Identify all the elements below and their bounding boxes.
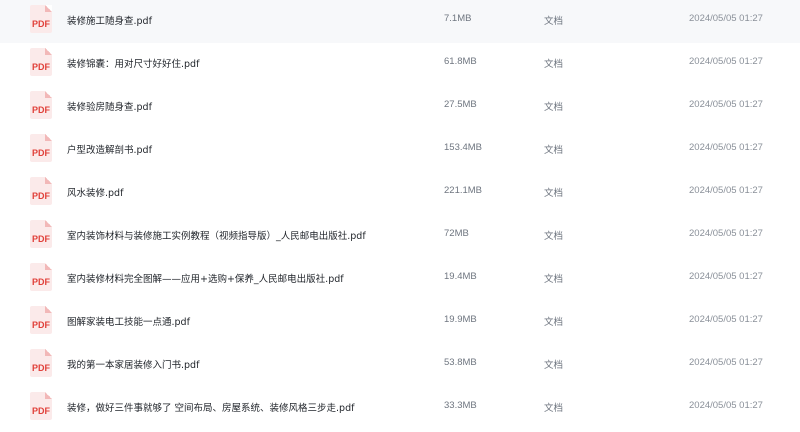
pdf-file-icon: PDF	[30, 91, 52, 119]
file-size: 7.1MB	[444, 13, 472, 24]
file-modified-date: 2024/05/05 01:27	[689, 400, 763, 411]
file-size: 19.9MB	[444, 314, 477, 325]
file-name[interactable]: 图解家装电工技能一点通.pdf	[67, 314, 427, 328]
file-type: 文档	[544, 102, 564, 113]
pdf-file-icon: PDF	[30, 392, 52, 420]
file-name[interactable]: 装修验房随身查.pdf	[67, 99, 427, 113]
file-modified-date: 2024/05/05 01:27	[689, 13, 763, 24]
pdf-badge-label: PDF	[32, 62, 50, 72]
pdf-file-icon: PDF	[30, 5, 52, 33]
file-name[interactable]: 风水装修.pdf	[67, 185, 427, 199]
file-type: 文档	[544, 274, 564, 285]
file-name[interactable]: 装修施工随身查.pdf	[67, 13, 427, 27]
file-type: 文档	[544, 16, 564, 27]
file-list: PDF 装修施工随身查.pdf 7.1MB 文档 2024/05/05 01:27 PDF…	[0, 0, 800, 432]
file-type: 文档	[544, 317, 564, 328]
file-size: 53.8MB	[444, 357, 477, 368]
pdf-badge-label: PDF	[32, 148, 50, 158]
file-name[interactable]: 我的第一本家居装修入门书.pdf	[67, 357, 427, 371]
file-modified-date: 2024/05/05 01:27	[689, 357, 763, 368]
file-modified-date: 2024/05/05 01:27	[689, 185, 763, 196]
file-row[interactable]: PDF 户型改造解剖书.pdf 153.4MB 文档 2024/05/05 01:27	[0, 129, 800, 172]
file-type: 文档	[544, 360, 564, 371]
file-row[interactable]: PDF 装修施工随身查.pdf 7.1MB 文档 2024/05/05 01:27	[0, 0, 800, 43]
pdf-badge-label: PDF	[32, 406, 50, 416]
file-modified-date: 2024/05/05 01:27	[689, 228, 763, 239]
file-type: 文档	[544, 188, 564, 199]
file-size: 27.5MB	[444, 99, 477, 110]
file-name[interactable]: 室内装修材料完全图解——应用+选购+保养_人民邮电出版社.pdf	[67, 271, 427, 285]
pdf-badge-label: PDF	[32, 277, 50, 287]
file-type: 文档	[544, 231, 564, 242]
file-size: 61.8MB	[444, 56, 477, 67]
pdf-file-icon: PDF	[30, 177, 52, 205]
file-modified-date: 2024/05/05 01:27	[689, 56, 763, 67]
file-modified-date: 2024/05/05 01:27	[689, 271, 763, 282]
file-row[interactable]: PDF 室内装修材料完全图解——应用+选购+保养_人民邮电出版社.pdf 19.4M…	[0, 258, 800, 301]
file-size: 33.3MB	[444, 400, 477, 411]
file-name[interactable]: 户型改造解剖书.pdf	[67, 142, 427, 156]
pdf-file-icon: PDF	[30, 220, 52, 248]
file-size: 153.4MB	[444, 142, 483, 153]
pdf-badge-label: PDF	[32, 320, 50, 330]
file-type: 文档	[544, 59, 564, 70]
file-row[interactable]: PDF 装修验房随身查.pdf 27.5MB 文档 2024/05/05 01:27	[0, 86, 800, 129]
file-row[interactable]: PDF 装修锦囊：用对尺寸好好住.pdf 61.8MB 文档 2024/05/05 01…	[0, 43, 800, 86]
file-type: 文档	[544, 403, 564, 414]
pdf-badge-label: PDF	[32, 191, 50, 201]
file-name[interactable]: 装修锦囊：用对尺寸好好住.pdf	[67, 56, 427, 70]
file-name[interactable]: 室内装饰材料与装修施工实例教程（视频指导版）_人民邮电出版社.pdf	[67, 228, 427, 242]
pdf-file-icon: PDF	[30, 134, 52, 162]
file-modified-date: 2024/05/05 01:27	[689, 142, 763, 153]
pdf-badge-label: PDF	[32, 363, 50, 373]
pdf-file-icon: PDF	[30, 349, 52, 377]
file-size: 19.4MB	[444, 271, 477, 282]
file-size: 221.1MB	[444, 185, 483, 196]
file-row[interactable]: PDF 我的第一本家居装修入门书.pdf 53.8MB 文档 2024/05/05 01…	[0, 344, 800, 387]
pdf-file-icon: PDF	[30, 306, 52, 334]
file-row[interactable]: PDF 室内装饰材料与装修施工实例教程（视频指导版）_人民邮电出版社.pdf 72M…	[0, 215, 800, 258]
file-row[interactable]: PDF 图解家装电工技能一点通.pdf 19.9MB 文档 2024/05/05 01:…	[0, 301, 800, 344]
file-modified-date: 2024/05/05 01:27	[689, 99, 763, 110]
pdf-badge-label: PDF	[32, 105, 50, 115]
pdf-file-icon: PDF	[30, 263, 52, 291]
file-type: 文档	[544, 145, 564, 156]
pdf-badge-label: PDF	[32, 234, 50, 244]
pdf-file-icon: PDF	[30, 48, 52, 76]
file-row[interactable]: PDF 风水装修.pdf 221.1MB 文档 2024/05/05 01:27	[0, 172, 800, 215]
file-size: 72MB	[444, 228, 469, 239]
pdf-badge-label: PDF	[32, 19, 50, 29]
file-modified-date: 2024/05/05 01:27	[689, 314, 763, 325]
file-name[interactable]: 装修，做好三件事就够了 空间布局、房屋系统、装修风格三步走.pdf	[67, 400, 427, 414]
file-row[interactable]: PDF 装修，做好三件事就够了 空间布局、房屋系统、装修风格三步走.pdf 33.3…	[0, 387, 800, 430]
